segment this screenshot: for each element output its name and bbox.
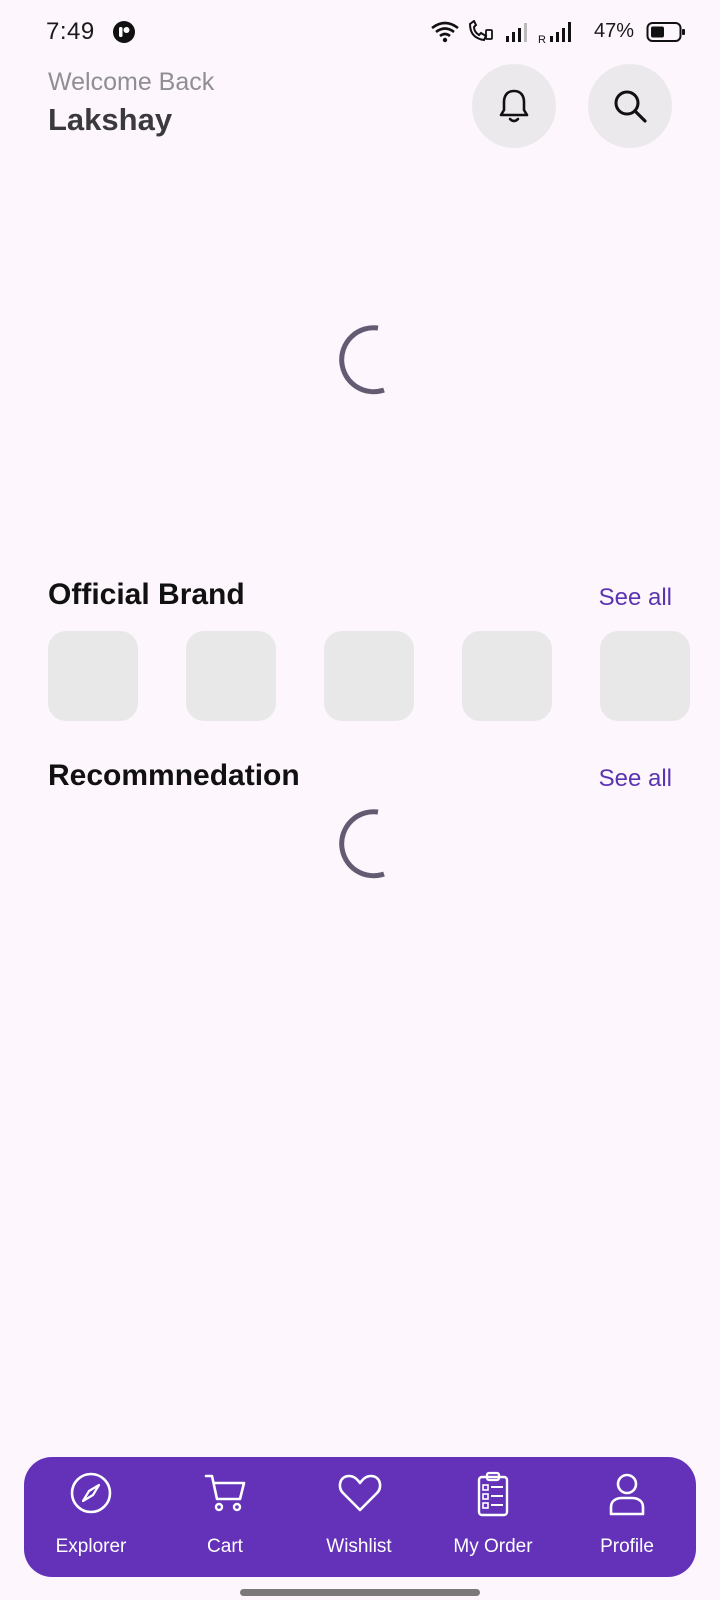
wifi-icon — [431, 21, 459, 43]
cart-icon — [204, 1474, 246, 1512]
brand-placeholder[interactable] — [186, 631, 276, 721]
nav-label-cart: Cart — [207, 1536, 243, 1557]
brand-placeholder[interactable] — [600, 631, 690, 721]
notifications-button[interactable] — [472, 64, 556, 148]
nav-label-wishlist: Wishlist — [326, 1536, 392, 1557]
brand-placeholder[interactable] — [324, 631, 414, 721]
nav-item-profile[interactable]: Profile — [572, 1457, 682, 1577]
welcome-text: Welcome Back — [48, 68, 215, 96]
heart-icon — [338, 1474, 382, 1512]
nav-item-wishlist[interactable]: Wishlist — [304, 1457, 414, 1577]
loading-spinner — [339, 809, 385, 879]
roaming-signal-icon: R — [538, 22, 571, 44]
search-icon — [614, 90, 647, 123]
wifi-calling-icon — [468, 20, 493, 42]
home-screen: 7:49 R 47% Welcome Back Lakshay Official… — [0, 0, 720, 1600]
home-indicator[interactable] — [240, 1589, 480, 1596]
official-brand-title: Official Brand — [48, 578, 245, 611]
nav-label-explorer: Explorer — [55, 1536, 127, 1557]
brand-placeholder[interactable] — [462, 631, 552, 721]
compass-icon — [70, 1472, 112, 1514]
loading-spinner — [339, 325, 385, 395]
battery-icon — [646, 22, 685, 42]
bell-icon — [499, 89, 529, 123]
username: Lakshay — [48, 102, 173, 137]
svg-text:R: R — [538, 34, 546, 44]
official-brand-see-all-link[interactable]: See all — [599, 584, 672, 612]
status-icons: R 47% — [420, 18, 720, 46]
user-icon — [609, 1473, 645, 1516]
recommendation-see-all-link[interactable]: See all — [599, 765, 672, 793]
recommendation-title: Recommnedation — [48, 759, 300, 792]
signal-icon — [506, 23, 527, 42]
brand-placeholder[interactable] — [48, 631, 138, 721]
app-notification-icon — [112, 20, 136, 44]
status-bar: 7:49 R 47% — [0, 0, 720, 62]
nav-label-profile: Profile — [600, 1536, 654, 1557]
status-time: 7:49 — [46, 18, 95, 45]
bottom-navigation: Explorer Cart Wishlist My Order Profile — [24, 1457, 696, 1577]
nav-label-my-order: My Order — [453, 1536, 533, 1557]
nav-item-cart[interactable]: Cart — [170, 1457, 280, 1577]
nav-item-explorer[interactable]: Explorer — [36, 1457, 146, 1577]
clipboard-icon — [477, 1471, 509, 1517]
nav-item-my-order[interactable]: My Order — [438, 1457, 548, 1577]
search-button[interactable] — [588, 64, 672, 148]
battery-percentage: 47% — [594, 20, 635, 42]
